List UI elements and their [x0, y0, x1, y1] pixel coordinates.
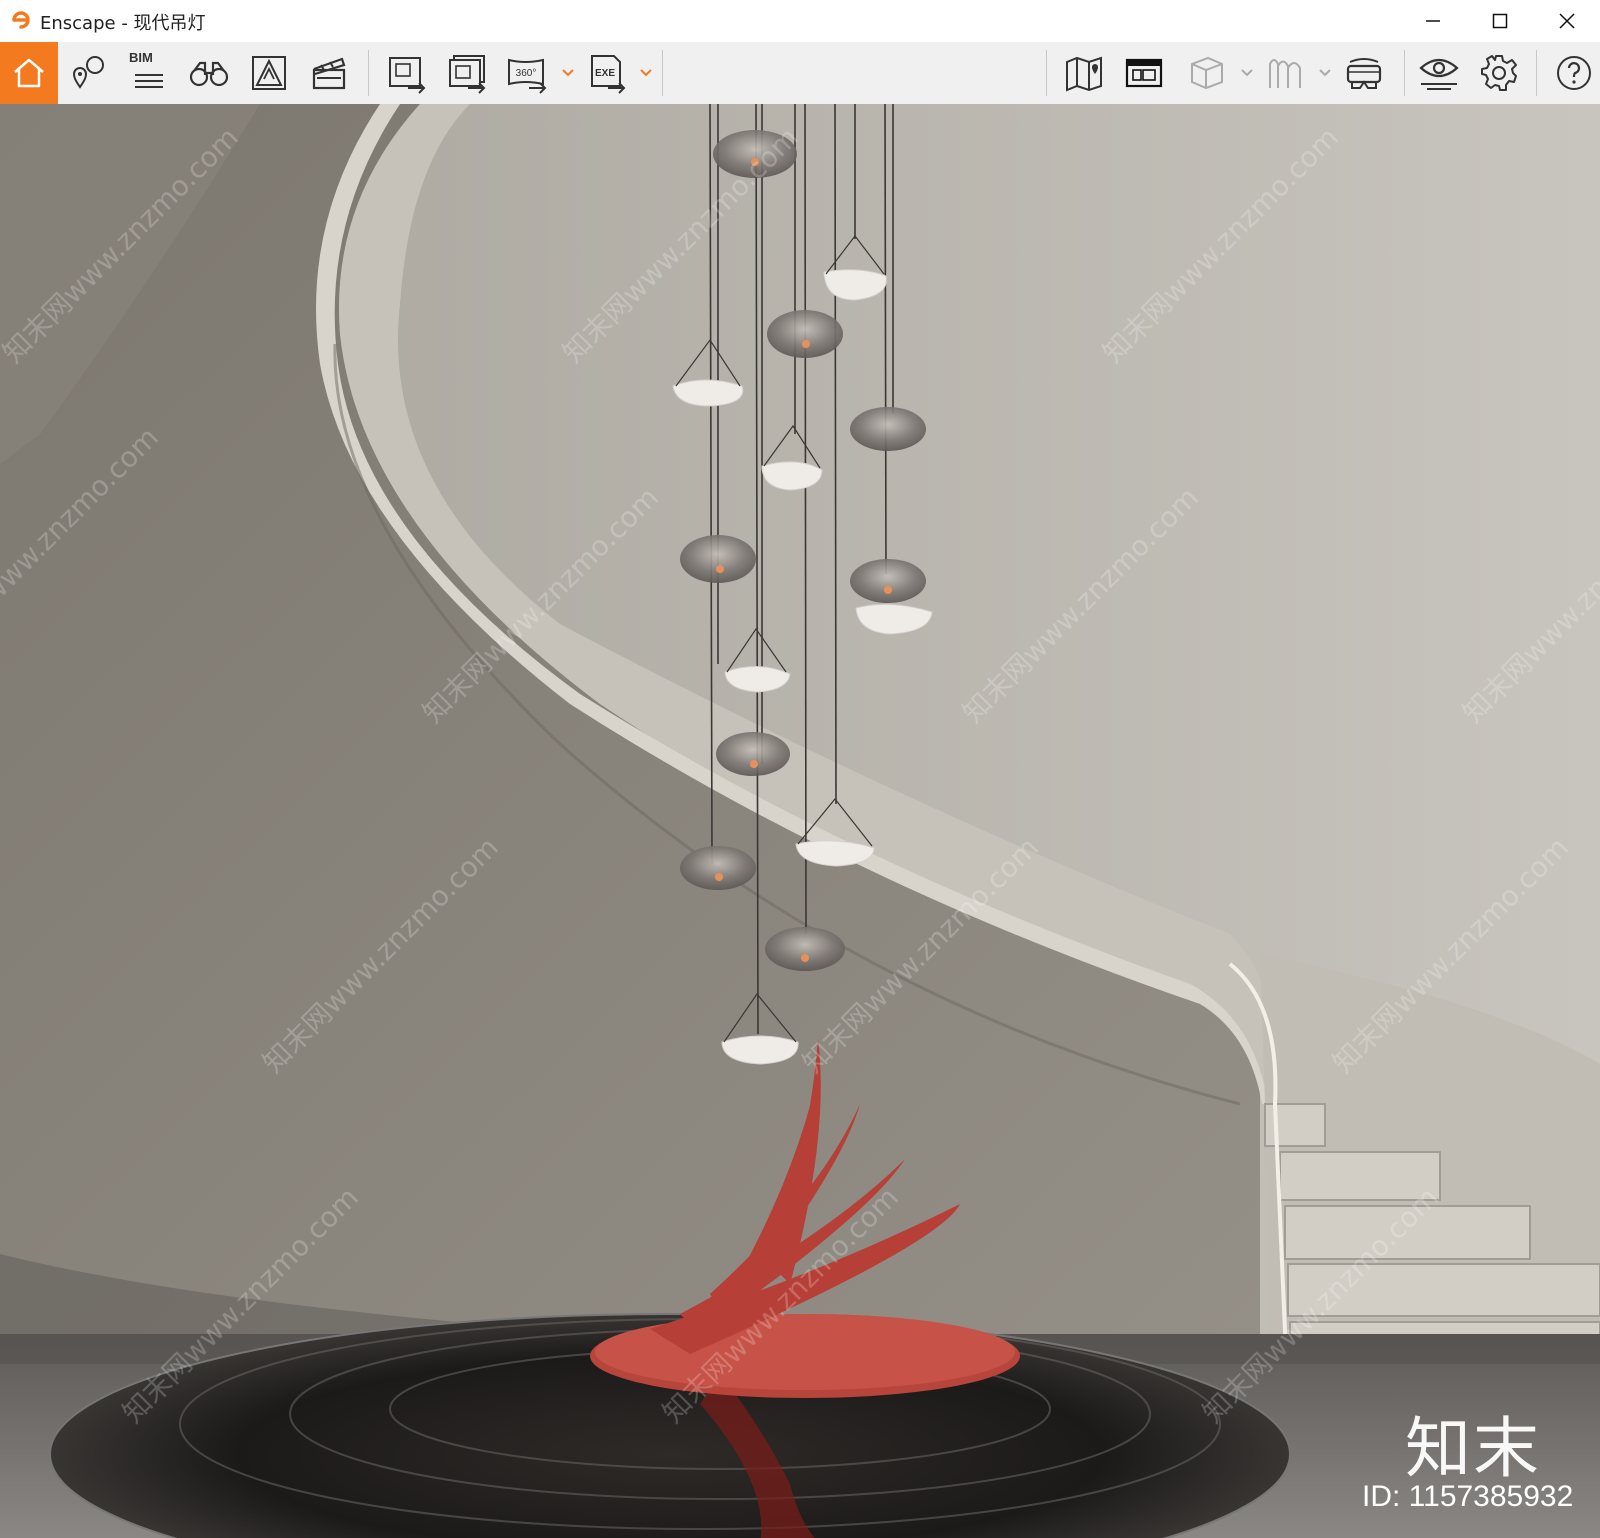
app-name: Enscape: [40, 13, 116, 34]
toolbar-separator: [662, 50, 663, 96]
eye-icon: [1419, 58, 1459, 90]
render-viewport[interactable]: 知末网www.znzmo.com 知末网www.znzmo.com 知末网www…: [0, 104, 1600, 1538]
vr-headset-icon: [1346, 58, 1382, 89]
asset-library-icon: [1125, 58, 1163, 88]
minimize-button[interactable]: [1400, 0, 1466, 42]
maximize-button[interactable]: [1467, 0, 1533, 42]
location-pin-icon: [72, 56, 104, 89]
title-separator: -: [115, 13, 134, 34]
minimize-icon: [1426, 20, 1440, 22]
walk-mode-button[interactable]: [180, 42, 238, 104]
material-icon: [1269, 59, 1301, 88]
material-editor-button[interactable]: [1256, 42, 1314, 104]
cube-icon: [1191, 56, 1223, 90]
chevron-down-icon[interactable]: [639, 68, 653, 78]
panorama-360-icon: 360°: [508, 58, 547, 94]
map-button[interactable]: [1055, 42, 1113, 104]
close-button[interactable]: [1534, 0, 1600, 42]
enscape-toolbar: BIM 360° EXE: [0, 42, 1600, 139]
screenshot-button[interactable]: [378, 42, 436, 104]
export-exe-button[interactable]: EXE: [578, 42, 636, 104]
window-title: Enscape - 现代吊灯: [40, 9, 206, 35]
watermark-brand: 知末: [1405, 1410, 1541, 1487]
enscape-logo-icon: [12, 11, 30, 29]
clapperboard-icon: [312, 57, 346, 90]
map-icon: [1066, 56, 1102, 92]
chevron-down-icon[interactable]: [561, 68, 575, 78]
chevron-down-icon[interactable]: [1318, 68, 1332, 78]
asset-library-button[interactable]: [1115, 42, 1173, 104]
watermark-image-id: ID: 1157385932: [1362, 1480, 1574, 1513]
settings-button[interactable]: [1470, 42, 1528, 104]
gear-icon: [1481, 55, 1517, 91]
chevron-down-icon[interactable]: [1240, 68, 1254, 78]
views-button[interactable]: [60, 42, 118, 104]
export-exe-icon: EXE: [591, 55, 626, 94]
panorama-button[interactable]: 360°: [498, 42, 556, 104]
video-editor-button[interactable]: [300, 42, 358, 104]
maximize-icon: [1492, 13, 1508, 29]
toolbar-separator: [1404, 50, 1405, 96]
home-icon: [14, 58, 44, 88]
visual-settings-icon: [252, 56, 286, 90]
toolbar-separator: [368, 50, 369, 96]
vr-headset-button[interactable]: [1335, 42, 1393, 104]
toolbar-separator: [1046, 50, 1047, 96]
panorama-label: 360°: [516, 68, 537, 79]
binoculars-icon: [189, 61, 229, 87]
bim-label: BIM: [129, 50, 153, 65]
view-settings-button[interactable]: [1410, 42, 1468, 104]
close-icon: [1559, 13, 1575, 29]
exe-label: EXE: [595, 68, 615, 79]
home-button[interactable]: [0, 42, 58, 104]
batch-render-icon: [449, 55, 486, 94]
help-button[interactable]: [1545, 42, 1600, 104]
document-name: 现代吊灯: [133, 13, 206, 34]
cube-button[interactable]: [1178, 42, 1236, 104]
help-icon: [1557, 56, 1591, 90]
batch-render-button[interactable]: [438, 42, 496, 104]
toolbar-separator: [1536, 50, 1537, 96]
screenshot-icon: [389, 57, 426, 94]
visual-settings-button[interactable]: [240, 42, 298, 104]
title-bar: Enscape - 现代吊灯: [0, 0, 1600, 42]
bim-button[interactable]: BIM: [120, 42, 178, 104]
